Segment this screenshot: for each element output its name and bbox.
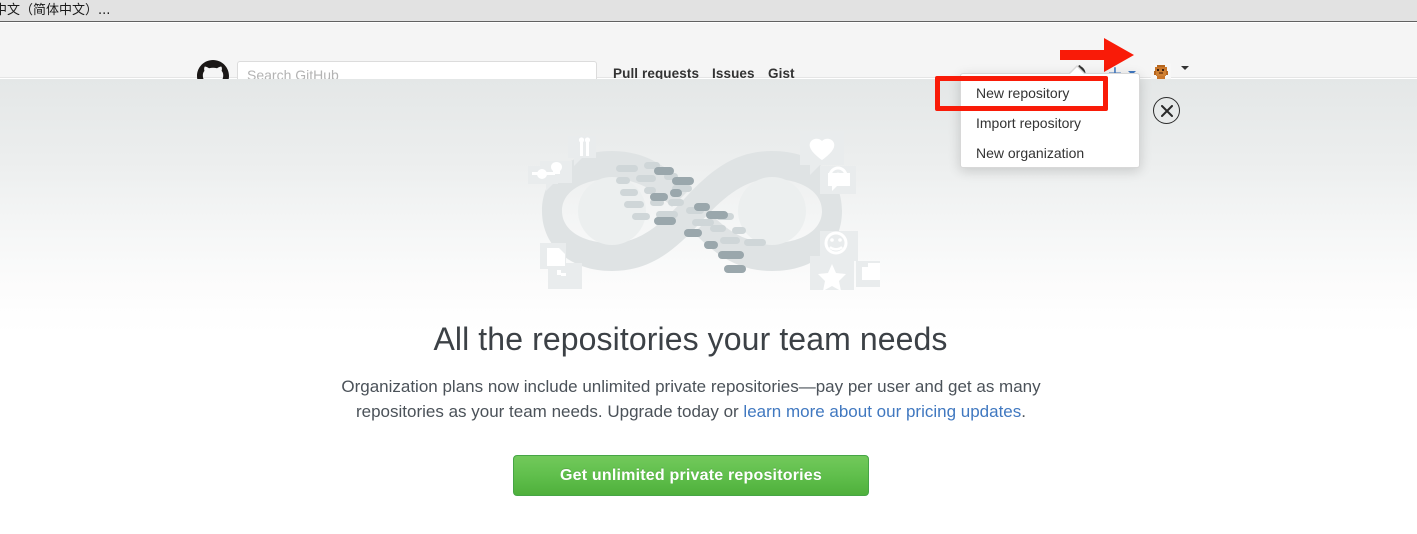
- github-dashboard-screenshot: 中文（简体中文）... Pull requests Issues Gist +: [0, 0, 1417, 534]
- promo-banner: All the repositories your team needs Org…: [0, 79, 1417, 534]
- create-new-dropdown-menu: New repository Import repository New org…: [960, 65, 1140, 168]
- infinity-loop-illustration: [520, 121, 954, 301]
- browser-tab-title[interactable]: 中文（简体中文）...: [0, 1, 110, 20]
- banner-title: All the repositories your team needs: [433, 321, 948, 357]
- banner-description: Organization plans now include unlimited…: [298, 375, 1084, 424]
- dropdown-arrow: [1069, 67, 1085, 75]
- github-header: Pull requests Issues Gist +: [0, 23, 1417, 92]
- get-unlimited-private-repositories-button[interactable]: Get unlimited private repositories: [513, 455, 869, 496]
- pricing-updates-link[interactable]: learn more about our pricing updates: [743, 402, 1021, 421]
- banner-description-text-2: .: [1021, 401, 1026, 421]
- menu-item-new-organization[interactable]: New organization: [961, 138, 1139, 168]
- close-banner-button[interactable]: [1153, 97, 1180, 124]
- menu-item-new-repository[interactable]: New repository: [961, 78, 1139, 108]
- close-icon: [1160, 104, 1173, 117]
- menu-item-import-repository[interactable]: Import repository: [961, 108, 1139, 138]
- browser-tab-strip: 中文（简体中文）...: [0, 0, 1417, 22]
